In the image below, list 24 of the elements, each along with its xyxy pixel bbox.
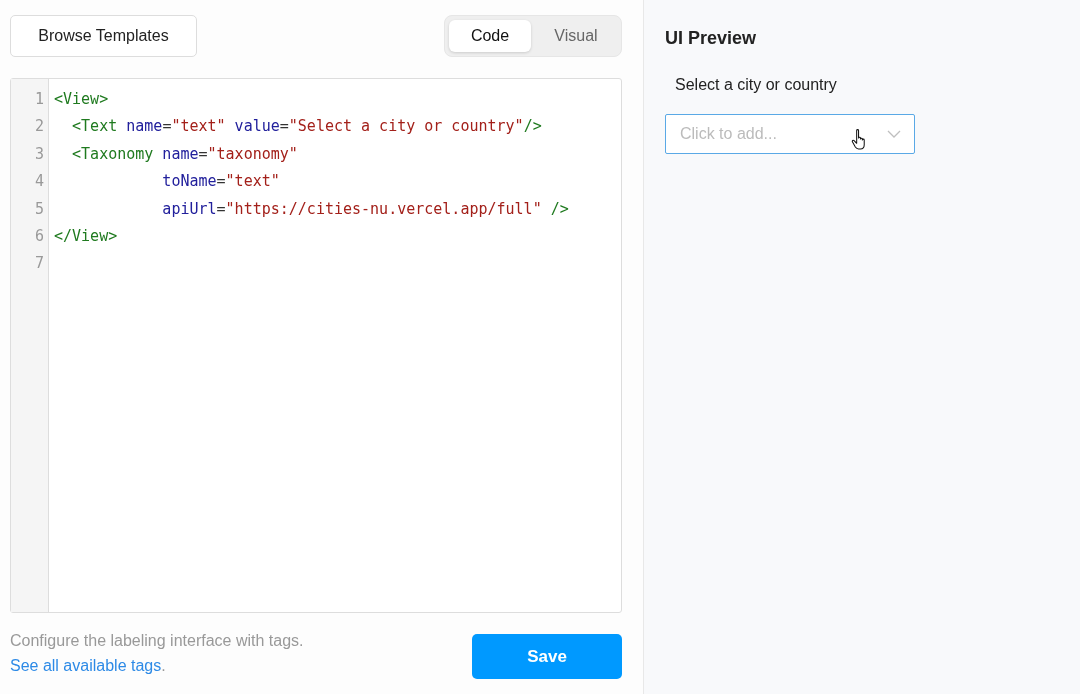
line-number: 2	[33, 116, 45, 138]
code-line: <View>	[54, 90, 109, 108]
field-label: Select a city or country	[674, 76, 838, 94]
code-line: apiUrl="https://cities-nu.vercel.app/full" />	[161, 199, 569, 218]
code-editor[interactable]: 1 2 3 4 5 6 7 <View> <Text name="text" value="Select a city or country"/> <Taxonomy name="taxonomy" toName="text" apiUrl="https://cities-nu.vercel.app/full" /> </View>	[10, 78, 622, 613]
line-number: 6	[33, 225, 45, 247]
chevron-down-icon	[887, 130, 901, 138]
view-tab[interactable]: Visual	[535, 20, 617, 52]
line-number: 3	[33, 143, 45, 165]
preview-title: UI Preview	[665, 28, 758, 49]
line-number: 7	[33, 253, 45, 275]
view-tab[interactable]: Code	[449, 20, 531, 52]
code-line: <Taxonomy name="taxonomy"	[71, 144, 298, 163]
line-number: 1	[33, 89, 45, 110]
browse-templates-button[interactable]: Browse Templates	[10, 15, 197, 57]
hand-pointer-icon	[851, 128, 868, 151]
line-number: 5	[33, 198, 45, 220]
code-line: <Text name="text" value="Select a city or country"/>	[71, 117, 542, 136]
code-line: </View>	[54, 226, 118, 245]
tags-link[interactable]: See all available tags	[10, 657, 162, 674]
hint-text: Configure the labeling interface with tags. See all available tags.	[10, 631, 304, 676]
code-line: toName="text"	[161, 172, 280, 191]
taxonomy-dropdown[interactable]: Click to add...	[665, 114, 915, 154]
line-number: 4	[33, 171, 45, 193]
